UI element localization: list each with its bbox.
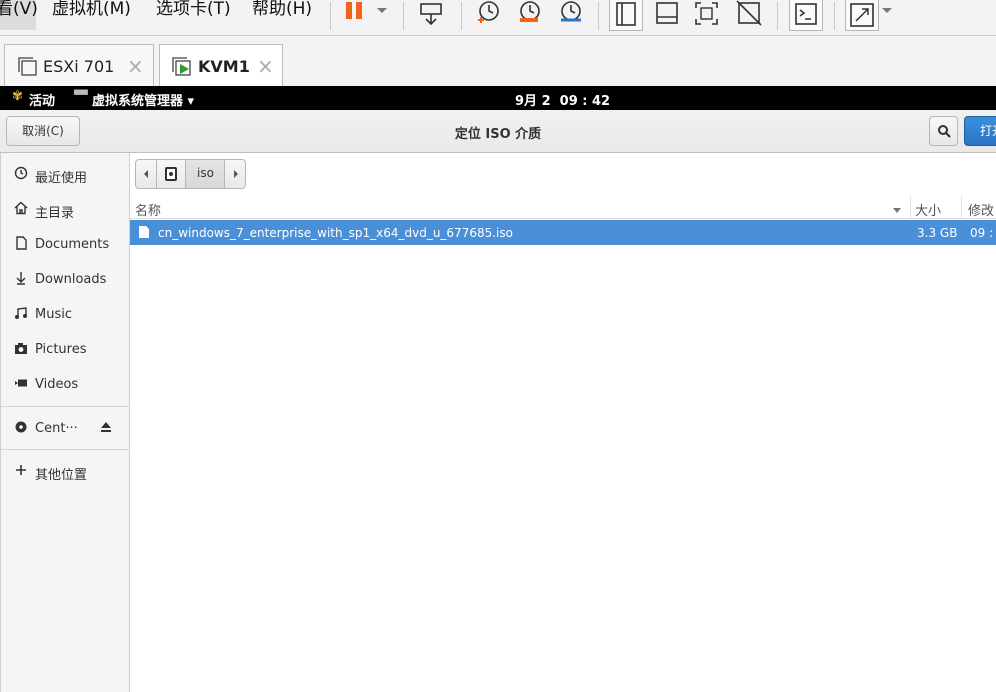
app-menu[interactable]: 虚拟系统管理器 ▾ <box>92 90 194 109</box>
sidebar-item-recent[interactable]: 最近使用 <box>1 157 130 191</box>
sidebar-item-documents[interactable]: Documents <box>1 227 130 261</box>
file-modified: 09 : <box>970 226 994 240</box>
plus-icon <box>14 463 28 477</box>
path-forward-button[interactable] <box>224 159 246 189</box>
chevron-down-icon[interactable] <box>375 5 389 20</box>
menu-view[interactable]: 看(V) <box>0 0 38 30</box>
view-library-button[interactable] <box>609 0 643 31</box>
sidebar-item-label: 主目录 <box>35 206 75 221</box>
send-keys-icon[interactable] <box>417 0 447 28</box>
toolbar-separator <box>777 2 778 30</box>
view-thumbnail-icon[interactable] <box>653 0 683 28</box>
gnome-top-bar: ✾ 活动 ▀▀ 虚拟系统管理器 ▾ 9月 2 09 : 42 <box>0 86 996 110</box>
path-root-button[interactable] <box>156 159 186 189</box>
tab-kvm1[interactable]: KVM1 × <box>159 44 283 86</box>
toolbar-separator <box>461 2 462 30</box>
vmware-toolbar: 看(V) 虚拟机(M) 选项卡(T) 帮助(H) <box>0 0 996 36</box>
vm-icon <box>16 56 38 82</box>
home-icon <box>14 201 28 215</box>
path-segment-label: iso <box>197 166 214 180</box>
menu-help[interactable]: 帮助(H) <box>248 0 316 30</box>
document-icon <box>14 236 28 250</box>
disc-icon <box>14 420 28 434</box>
sidebar-item-other-locations[interactable]: 其他位置 <box>1 454 130 488</box>
chevron-down-icon[interactable] <box>880 5 894 20</box>
toolbar-separator <box>330 2 331 30</box>
sidebar-item-label: Pictures <box>35 342 87 357</box>
download-icon <box>14 271 28 285</box>
column-separator <box>961 196 962 218</box>
activities-button[interactable]: 活动 <box>29 90 55 109</box>
column-modified-header[interactable]: 修改 <box>968 200 994 219</box>
activities-icon: ✾ <box>12 89 23 104</box>
close-icon[interactable]: × <box>127 54 144 78</box>
tab-label: ESXi 701 <box>43 57 115 76</box>
app-menu-icon: ▀▀ <box>74 91 88 101</box>
sidebar-item-label: Music <box>35 307 72 322</box>
dialog-title: 定位 ISO 介质 <box>454 127 542 142</box>
toolbar-separator <box>403 2 404 30</box>
column-size-header[interactable]: 大小 <box>915 200 941 219</box>
file-name: cn_windows_7_enterprise_with_sp1_x64_dvd… <box>158 226 513 240</box>
sidebar-item-label: Videos <box>35 377 79 392</box>
sidebar-item-label: 其他位置 <box>35 468 88 483</box>
sidebar-item-label: Downloads <box>35 272 107 287</box>
file-icon <box>138 225 150 242</box>
sidebar-item-home[interactable]: 主目录 <box>1 192 130 226</box>
places-sidebar: 最近使用 主目录 Documents Downloads Music Pictu… <box>0 153 130 692</box>
snapshot-manager-icon[interactable] <box>557 0 585 28</box>
sidebar-item-downloads[interactable]: Downloads <box>1 262 130 296</box>
clock[interactable]: 9月 2 09 : 42 <box>515 90 610 109</box>
chevron-right-icon <box>234 170 238 178</box>
chevron-left-icon <box>144 170 148 178</box>
sidebar-item-pictures[interactable]: Pictures <box>1 332 130 366</box>
column-name-header[interactable]: 名称 <box>135 200 161 219</box>
vm-tab-strip: ESXi 701 × KVM1 × <box>0 36 996 86</box>
sidebar-item-label: 最近使用 <box>35 171 88 186</box>
search-button[interactable] <box>929 116 958 146</box>
sidebar-item-label: Cent··· <box>35 421 78 436</box>
unity-icon[interactable] <box>735 0 765 28</box>
music-icon <box>14 306 28 320</box>
camera-icon <box>14 341 28 355</box>
sidebar-separator <box>1 406 130 407</box>
dialog-headerbar: 取消(C) 定位 ISO 介质 打开 <box>0 110 996 153</box>
toolbar-separator <box>834 2 835 30</box>
eject-icon[interactable] <box>99 420 113 438</box>
sidebar-separator <box>1 449 130 450</box>
column-separator <box>910 196 911 218</box>
column-header: 名称 大小 修改 <box>130 196 996 219</box>
file-row[interactable]: cn_windows_7_enterprise_with_sp1_x64_dvd… <box>130 220 996 245</box>
fullscreen-icon[interactable] <box>693 0 723 28</box>
tab-esxi[interactable]: ESXi 701 × <box>4 44 154 86</box>
path-back-button[interactable] <box>135 159 157 189</box>
sidebar-item-label: Documents <box>35 237 110 252</box>
menu-vm[interactable]: 虚拟机(M) <box>48 0 135 30</box>
open-button[interactable]: 打开 <box>964 116 996 146</box>
stretch-button[interactable] <box>845 0 879 31</box>
search-icon <box>937 125 951 138</box>
snapshot-revert-icon[interactable] <box>516 0 544 28</box>
sidebar-item-music[interactable]: Music <box>1 297 130 331</box>
sidebar-item-videos[interactable]: Videos <box>1 367 130 401</box>
drive-icon <box>165 167 177 181</box>
sort-down-icon[interactable] <box>892 204 902 219</box>
vm-running-icon <box>170 56 194 82</box>
toolbar-separator <box>598 2 599 30</box>
tab-label: KVM1 <box>198 57 250 76</box>
pause-icon[interactable] <box>345 0 369 24</box>
file-size: 3.3 GB <box>917 226 958 240</box>
video-icon <box>14 376 28 390</box>
file-browser: iso 名称 大小 修改 cn_windows_7_enterprise_wit… <box>130 153 996 692</box>
clock-icon <box>14 166 28 180</box>
console-button[interactable] <box>789 0 823 31</box>
snapshot-take-icon[interactable] <box>474 0 502 28</box>
path-segment-iso[interactable]: iso <box>185 159 225 189</box>
menu-tabs[interactable]: 选项卡(T) <box>152 0 235 30</box>
close-icon[interactable]: × <box>257 54 274 78</box>
sidebar-item-device[interactable]: Cent··· <box>1 411 130 445</box>
